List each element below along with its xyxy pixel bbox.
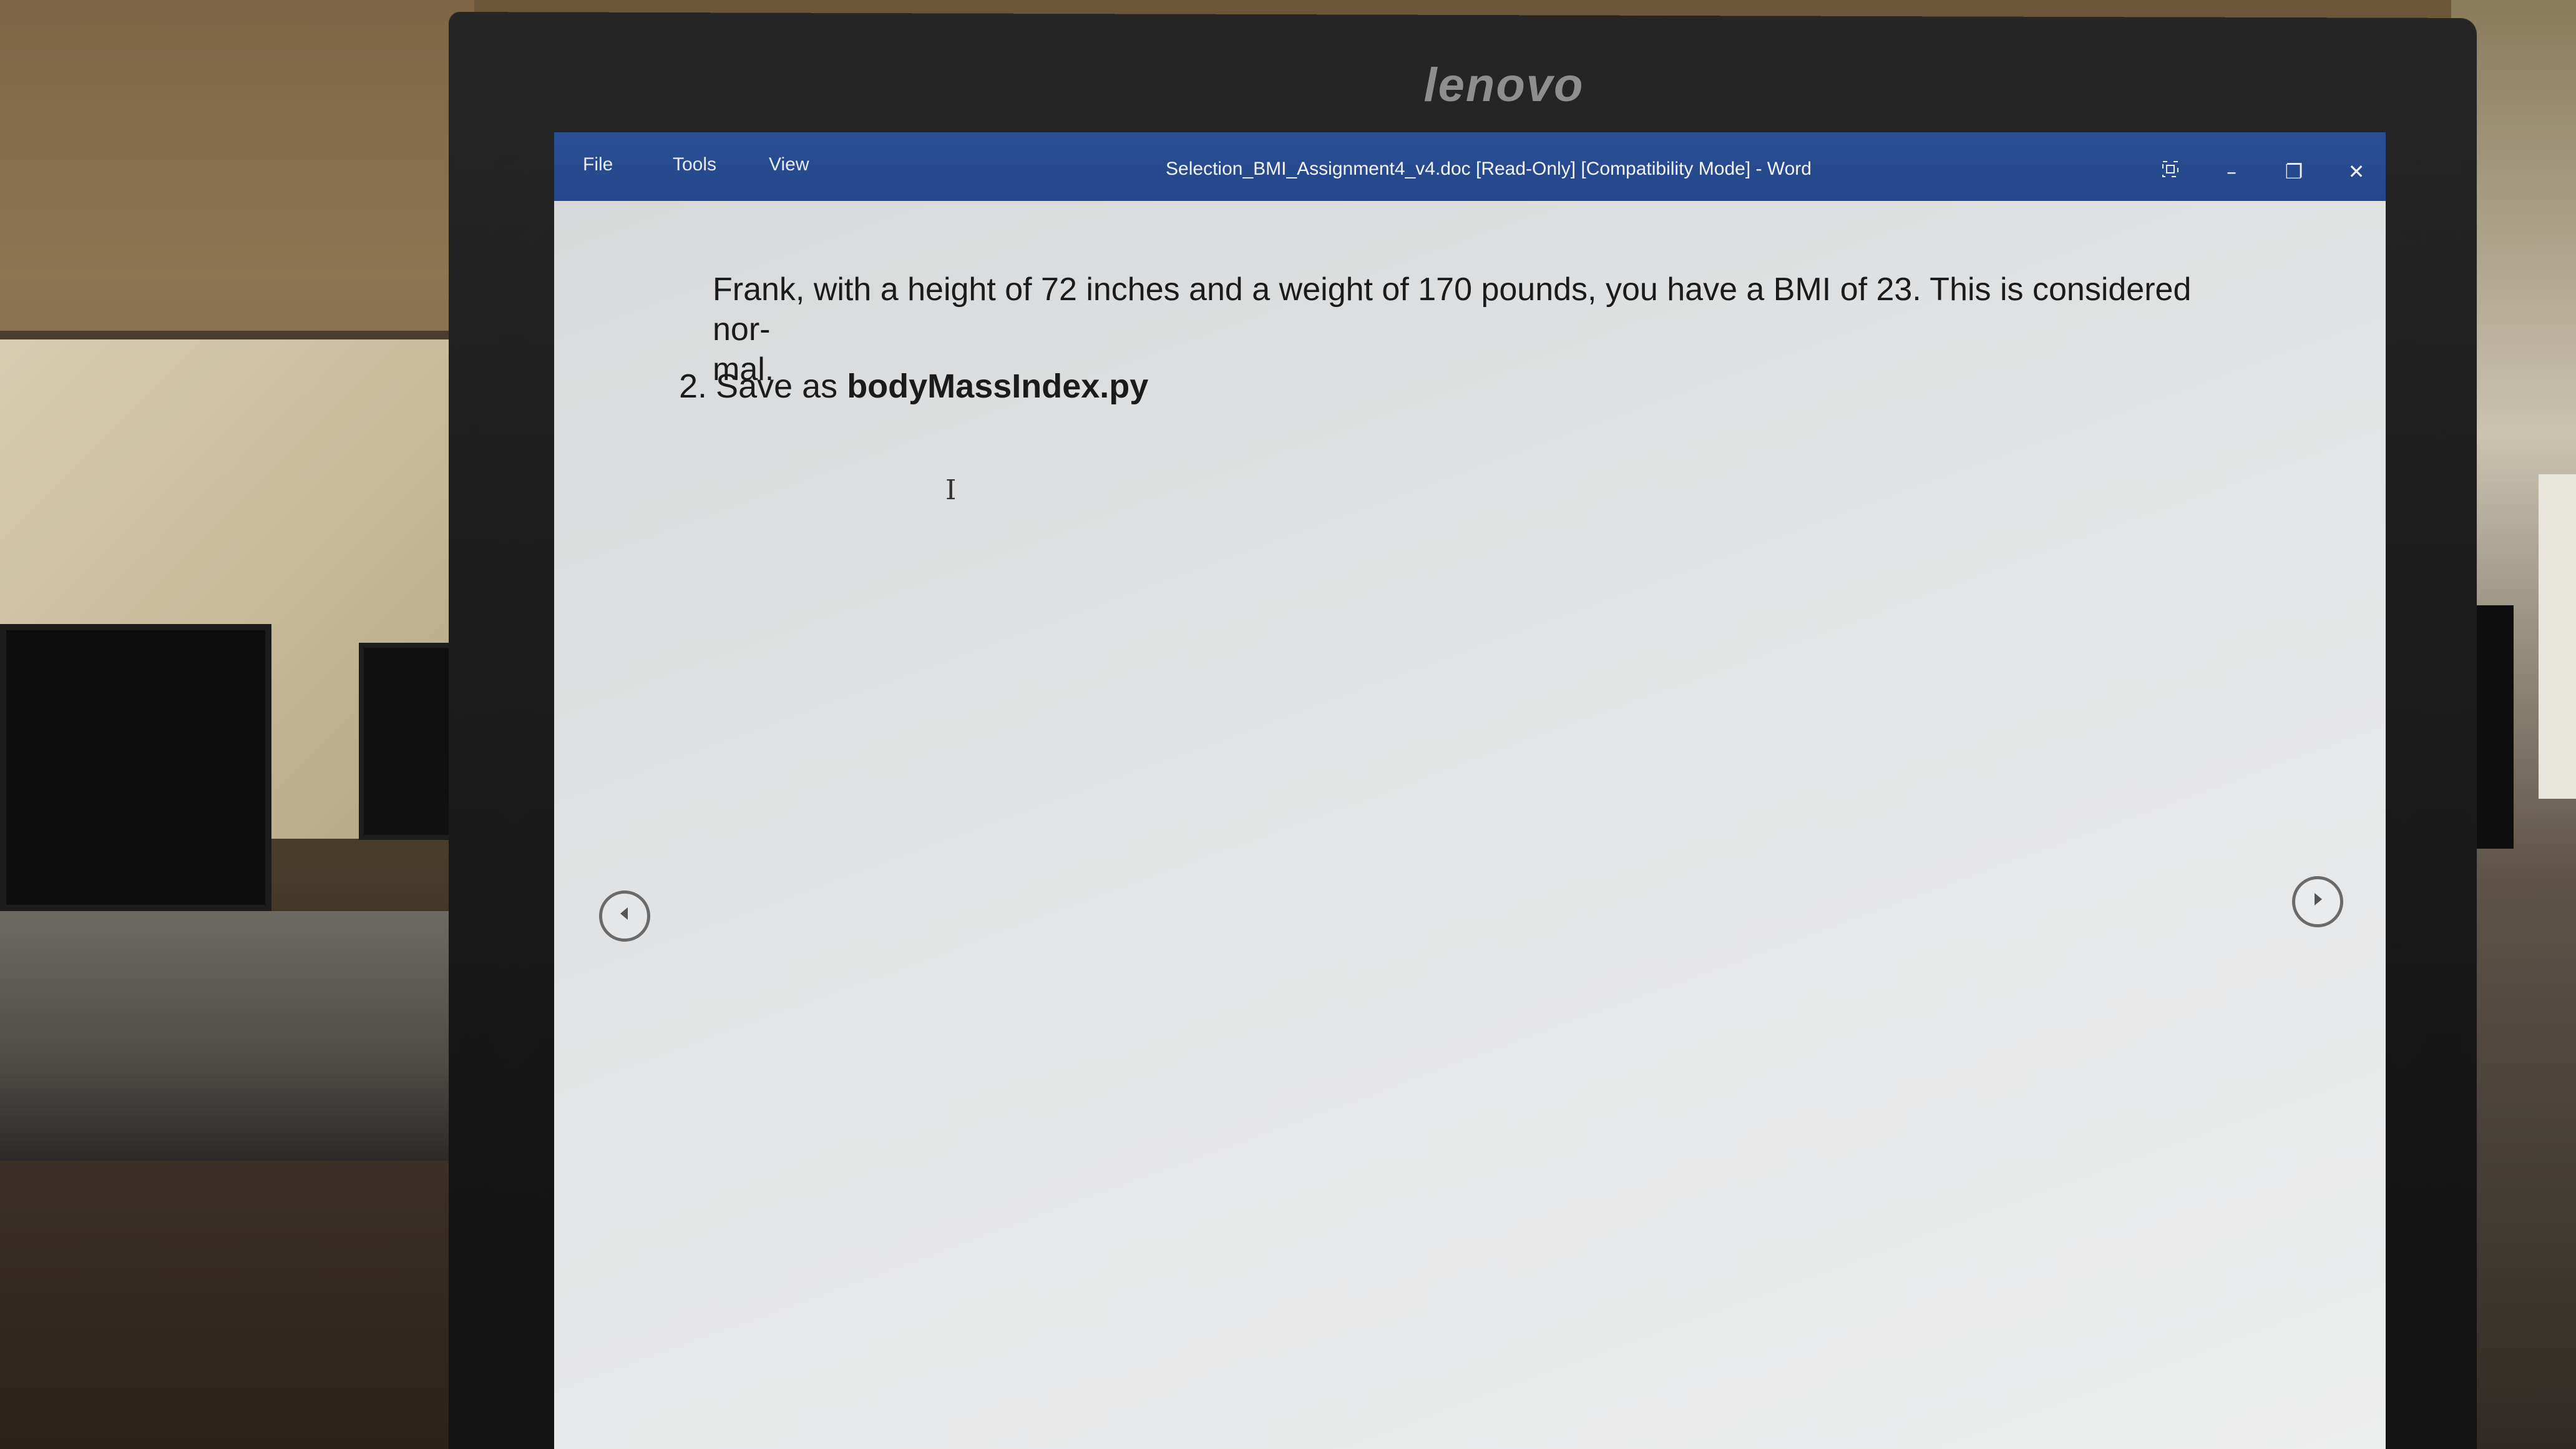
close-icon: ✕ <box>2348 160 2365 183</box>
restore-button[interactable]: ❐ <box>2275 156 2313 187</box>
focus-mode-icon <box>2161 160 2180 183</box>
chevron-right-icon <box>2308 889 2327 914</box>
close-button[interactable]: ✕ <box>2338 156 2375 187</box>
title-bar: File Tools View Selection_BMI_Assignment… <box>554 132 2386 201</box>
minimize-button[interactable]: – <box>2213 156 2250 187</box>
text-cursor-icon: I <box>945 474 957 506</box>
paragraph-line: Frank, with a height of 72 inches and a … <box>713 271 2192 348</box>
monitor-brand-logo: lenovo <box>1423 59 1584 112</box>
focus-mode-button[interactable] <box>2152 156 2189 187</box>
list-text: Save as <box>716 368 838 405</box>
document-page[interactable]: Frank, with a height of 72 inches and a … <box>554 201 2386 1449</box>
restore-icon: ❐ <box>2285 160 2303 183</box>
photo-scene: lenovo File Tools View Selection_BMI_Ass… <box>0 0 2576 1449</box>
minimize-icon: – <box>2227 160 2237 183</box>
window-title: Selection_BMI_Assignment4_v4.doc [Read-O… <box>1166 159 1812 179</box>
filename: bodyMassIndex.py <box>847 368 1149 405</box>
list-item: 2. Save as bodyMassIndex.py <box>679 364 1148 408</box>
chevron-left-icon <box>615 904 634 929</box>
background-floor <box>0 1161 487 1449</box>
next-page-button[interactable] <box>2292 876 2343 927</box>
previous-page-button[interactable] <box>599 890 650 942</box>
background-monitor <box>0 624 271 911</box>
word-window: File Tools View Selection_BMI_Assignment… <box>554 132 2386 1449</box>
background-desk <box>0 911 487 1161</box>
background-window <box>2539 474 2576 799</box>
list-number: 2. <box>679 368 708 405</box>
